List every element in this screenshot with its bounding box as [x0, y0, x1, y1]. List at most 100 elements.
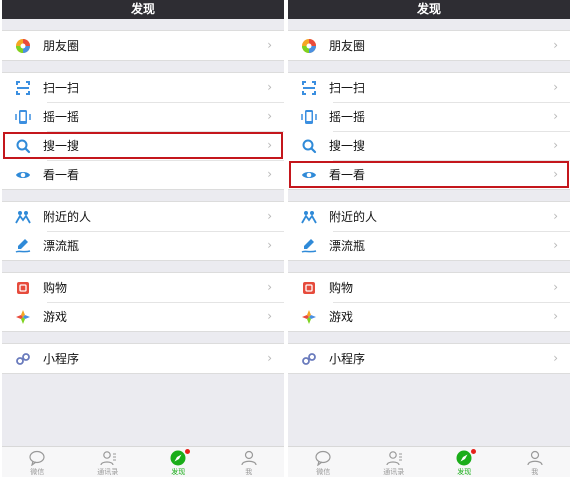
- chevron-right-icon: ›: [553, 209, 558, 223]
- person-icon: [505, 449, 565, 467]
- moments-group: 朋友圈 ›: [2, 30, 284, 61]
- contacts-icon: [78, 449, 138, 467]
- menu-label: 购物: [329, 281, 354, 295]
- chat-bubble-icon: [7, 449, 67, 467]
- menu-item-miniprogram[interactable]: 小程序 ›: [288, 344, 570, 373]
- shake-icon: [14, 108, 32, 126]
- moments-group: 朋友圈 ›: [288, 30, 570, 61]
- tab-contacts[interactable]: 通讯录: [78, 447, 138, 477]
- chevron-right-icon: ›: [267, 138, 272, 152]
- menu-item-look[interactable]: 看一看 ›: [2, 160, 284, 189]
- menu-item-nearby[interactable]: 附近的人 ›: [2, 202, 284, 231]
- social-group: 附近的人 › 漂流瓶 ›: [2, 201, 284, 261]
- chevron-right-icon: ›: [553, 280, 558, 294]
- tab-label: 我: [531, 468, 539, 476]
- eye-icon: [14, 166, 32, 184]
- moments-icon: [300, 37, 318, 55]
- menu-item-search[interactable]: 搜一搜 ›: [288, 131, 570, 160]
- comparison-stage: 发现 朋友圈 › 扫一扫 › 摇一摇 › 搜一搜 › 看一看 › 附近的人 › …: [0, 0, 572, 477]
- miniprogram-group: 小程序 ›: [2, 343, 284, 374]
- tab-label: 微信: [316, 468, 331, 476]
- menu-item-moments[interactable]: 朋友圈 ›: [288, 31, 570, 60]
- menu-item-bottle[interactable]: 漂流瓶 ›: [2, 231, 284, 260]
- menu-item-scan[interactable]: 扫一扫 ›: [2, 73, 284, 102]
- menu-item-moments[interactable]: 朋友圈 ›: [2, 31, 284, 60]
- menu-item-nearby[interactable]: 附近的人 ›: [288, 202, 570, 231]
- menu-item-games[interactable]: 游戏 ›: [2, 302, 284, 331]
- tab-label: 微信: [30, 468, 45, 476]
- chevron-right-icon: ›: [553, 351, 558, 365]
- chevron-right-icon: ›: [553, 167, 558, 181]
- tab-contacts[interactable]: 通讯录: [364, 447, 424, 477]
- tools-group: 扫一扫 › 摇一摇 › 搜一搜 › 看一看 ›: [2, 72, 284, 190]
- tab-discover[interactable]: 发现: [434, 447, 494, 477]
- shake-icon: [300, 108, 318, 126]
- chevron-right-icon: ›: [267, 209, 272, 223]
- chevron-right-icon: ›: [267, 167, 272, 181]
- mini-program-icon: [14, 350, 32, 368]
- contacts-icon: [364, 449, 424, 467]
- menu-label: 扫一扫: [43, 81, 80, 95]
- chevron-right-icon: ›: [553, 109, 558, 123]
- social-group: 附近的人 › 漂流瓶 ›: [288, 201, 570, 261]
- page-title: 发现: [2, 0, 284, 19]
- scan-icon: [300, 79, 318, 97]
- drift-bottle-icon: [300, 237, 318, 255]
- person-icon: [219, 449, 279, 467]
- tab-discover[interactable]: 发现: [148, 447, 208, 477]
- menu-item-look[interactable]: 看一看 ›: [288, 160, 570, 189]
- bottom-tab-bar: 微信 通讯录 发现 我: [2, 446, 284, 477]
- commerce-group: 购物 › 游戏 ›: [2, 272, 284, 332]
- search-icon: [14, 137, 32, 155]
- tab-label: 通讯录: [383, 468, 405, 476]
- menu-label: 朋友圈: [329, 39, 366, 53]
- menu-item-shopping[interactable]: 购物 ›: [288, 273, 570, 302]
- menu-label: 摇一摇: [329, 110, 366, 124]
- chevron-right-icon: ›: [267, 280, 272, 294]
- right-phone-screen: 发现 朋友圈 › 扫一扫 › 摇一摇 › 搜一搜 › 看一看 › 附近的人 › …: [288, 0, 570, 477]
- people-nearby-icon: [300, 208, 318, 226]
- tab-me[interactable]: 我: [219, 447, 279, 477]
- menu-label: 游戏: [329, 310, 354, 324]
- people-nearby-icon: [14, 208, 32, 226]
- shopping-bag-icon: [300, 279, 318, 297]
- tab-chats[interactable]: 微信: [7, 447, 67, 477]
- menu-item-search[interactable]: 搜一搜 ›: [2, 131, 284, 160]
- menu-label: 搜一搜: [43, 139, 80, 153]
- moments-icon: [14, 37, 32, 55]
- miniprogram-group: 小程序 ›: [288, 343, 570, 374]
- chevron-right-icon: ›: [553, 309, 558, 323]
- page-title: 发现: [288, 0, 570, 19]
- menu-item-shake[interactable]: 摇一摇 ›: [2, 102, 284, 131]
- menu-item-shopping[interactable]: 购物 ›: [2, 273, 284, 302]
- chevron-right-icon: ›: [267, 351, 272, 365]
- menu-label: 游戏: [43, 310, 68, 324]
- tab-chats[interactable]: 微信: [293, 447, 353, 477]
- menu-label: 看一看: [43, 168, 80, 182]
- menu-item-scan[interactable]: 扫一扫 ›: [288, 73, 570, 102]
- bottom-tab-bar: 微信 通讯录 发现 我: [288, 446, 570, 477]
- search-icon: [300, 137, 318, 155]
- chevron-right-icon: ›: [267, 109, 272, 123]
- scan-icon: [14, 79, 32, 97]
- chevron-right-icon: ›: [267, 238, 272, 252]
- chevron-right-icon: ›: [553, 238, 558, 252]
- chevron-right-icon: ›: [553, 80, 558, 94]
- menu-label: 摇一摇: [43, 110, 80, 124]
- menu-item-shake[interactable]: 摇一摇 ›: [288, 102, 570, 131]
- chevron-right-icon: ›: [553, 138, 558, 152]
- games-icon: [14, 308, 32, 326]
- tab-label: 发现: [171, 468, 186, 476]
- tab-me[interactable]: 我: [505, 447, 565, 477]
- menu-item-games[interactable]: 游戏 ›: [288, 302, 570, 331]
- menu-label: 漂流瓶: [329, 239, 366, 253]
- tab-label: 发现: [457, 468, 472, 476]
- compass-icon: [148, 449, 208, 467]
- menu-label: 漂流瓶: [43, 239, 80, 253]
- menu-label: 小程序: [329, 352, 366, 366]
- menu-label: 小程序: [43, 352, 80, 366]
- menu-label: 附近的人: [43, 210, 92, 224]
- menu-item-bottle[interactable]: 漂流瓶 ›: [288, 231, 570, 260]
- commerce-group: 购物 › 游戏 ›: [288, 272, 570, 332]
- menu-item-miniprogram[interactable]: 小程序 ›: [2, 344, 284, 373]
